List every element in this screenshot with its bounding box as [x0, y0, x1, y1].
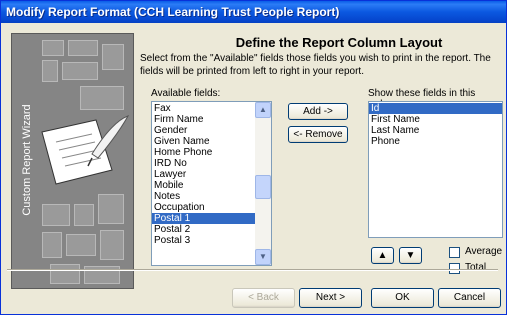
- list-item[interactable]: Occupation: [152, 202, 271, 213]
- dialog-content: Custom Report Wizard Define the Report C…: [4, 23, 503, 291]
- available-fields-scrollbar[interactable]: ▲ ▼: [255, 102, 271, 265]
- list-item[interactable]: Fax: [152, 103, 271, 114]
- decor-block: [42, 40, 64, 56]
- decor-block: [74, 204, 94, 226]
- title-bar: Modify Report Format (CCH Learning Trust…: [1, 1, 506, 23]
- decor-block: [50, 264, 80, 284]
- list-item[interactable]: Postal 2: [152, 224, 271, 235]
- wizard-side-panel: Custom Report Wizard: [11, 33, 134, 289]
- move-down-button[interactable]: ▼: [399, 247, 422, 264]
- decor-block: [42, 204, 70, 226]
- list-item[interactable]: First Name: [369, 114, 502, 125]
- average-checkbox[interactable]: [449, 247, 460, 258]
- decor-block: [42, 60, 58, 82]
- decor-block: [98, 194, 124, 224]
- dialog-window: Modify Report Format (CCH Learning Trust…: [0, 0, 507, 315]
- page-title: Define the Report Column Layout: [235, 35, 443, 50]
- list-item[interactable]: Gender: [152, 125, 271, 136]
- available-fields-list[interactable]: Fax Firm Name Gender Given Name Home Phone IR…: [151, 101, 272, 266]
- list-item[interactable]: Phone: [369, 136, 502, 147]
- list-item[interactable]: Lawyer: [152, 169, 271, 180]
- list-item[interactable]: IRD No: [152, 158, 271, 169]
- scroll-thumb[interactable]: [255, 175, 271, 199]
- list-item[interactable]: Postal 1: [152, 213, 271, 224]
- decor-block: [42, 232, 62, 258]
- list-item[interactable]: Firm Name: [152, 114, 271, 125]
- average-label: Average: [465, 246, 503, 257]
- add-button[interactable]: Add ->: [288, 103, 348, 120]
- wizard-side-label: Custom Report Wizard: [21, 104, 33, 216]
- move-down-icon: ▼: [405, 250, 416, 261]
- available-fields-label: Available fields:: [151, 88, 221, 99]
- decor-block: [62, 62, 98, 80]
- list-item[interactable]: Notes: [152, 191, 271, 202]
- move-up-icon: ▲: [377, 250, 388, 261]
- move-up-button[interactable]: ▲: [371, 247, 394, 264]
- decor-block: [66, 234, 96, 256]
- ok-button[interactable]: OK: [371, 288, 434, 308]
- next-button[interactable]: Next >: [299, 288, 362, 308]
- selected-fields-list[interactable]: Id First Name Last Name Phone: [368, 101, 503, 238]
- cancel-button[interactable]: Cancel: [438, 288, 501, 308]
- scroll-up-icon[interactable]: ▲: [255, 102, 271, 118]
- list-item[interactable]: Home Phone: [152, 147, 271, 158]
- list-item[interactable]: Last Name: [369, 125, 502, 136]
- decor-block: [80, 86, 124, 110]
- instructions-text: Select from the "Available" fields those…: [140, 53, 491, 77]
- decor-block: [68, 40, 98, 56]
- back-button[interactable]: < Back: [232, 288, 295, 308]
- list-item[interactable]: Mobile: [152, 180, 271, 191]
- decor-block: [100, 230, 124, 260]
- list-item[interactable]: Id: [369, 103, 502, 114]
- total-label: Total: [465, 262, 487, 273]
- remove-button[interactable]: <- Remove: [288, 126, 348, 143]
- footer-separator: [7, 269, 498, 271]
- list-item[interactable]: Given Name: [152, 136, 271, 147]
- document-quill-icon: [41, 115, 130, 185]
- scroll-down-icon[interactable]: ▼: [255, 249, 271, 265]
- list-item[interactable]: Postal 3: [152, 235, 271, 246]
- decor-block: [102, 44, 124, 70]
